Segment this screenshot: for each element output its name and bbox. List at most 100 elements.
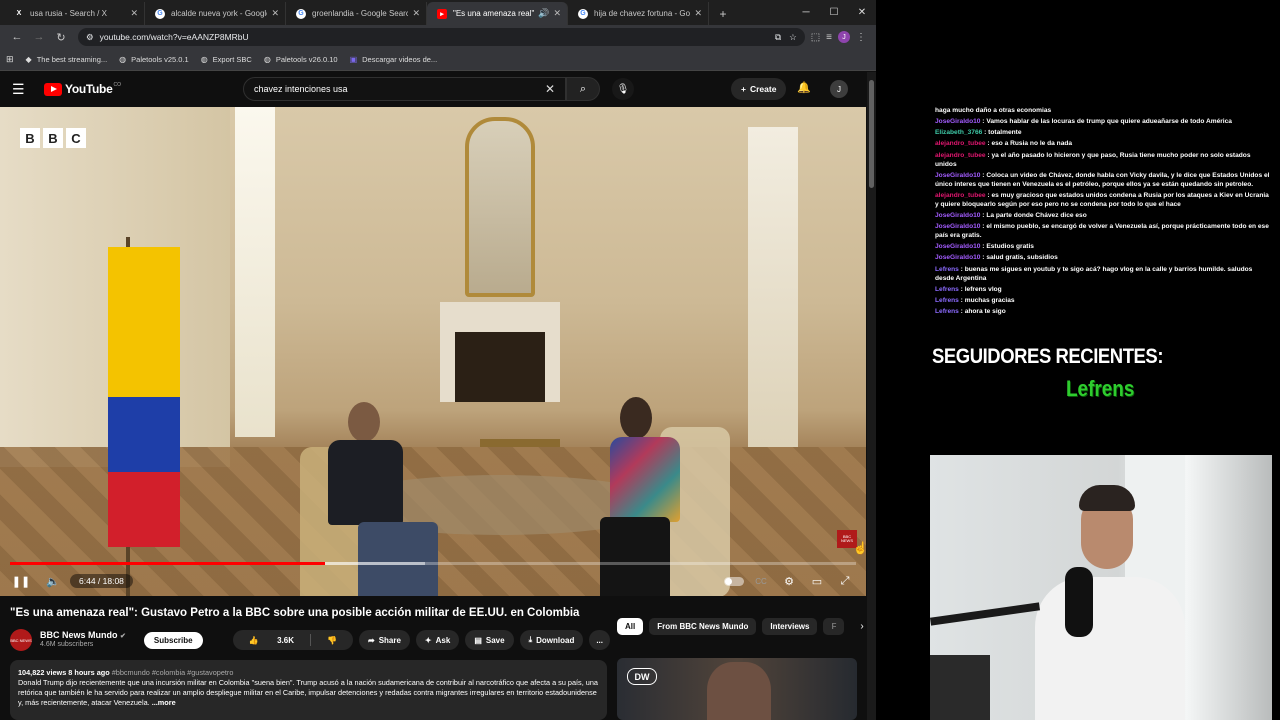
close-window-icon[interactable]: ✕	[848, 0, 876, 25]
url-text: youtube.com/watch?v=eAANZP8MRbU	[99, 32, 249, 42]
thumbs-up-icon: 👍	[248, 635, 259, 645]
recommended-video-thumbnail[interactable]: DW	[617, 658, 857, 720]
chat-text: es muy gracioso que estados unidos conde…	[935, 191, 1269, 208]
tab-google-groenlandia[interactable]: G groenlandia - Google Search ✕	[286, 2, 427, 25]
search-input[interactable]: chavez intenciones usa ✕	[243, 77, 566, 101]
reload-icon[interactable]: ↻	[50, 27, 72, 47]
autoplay-toggle[interactable]	[724, 576, 744, 586]
progress-bar[interactable]	[10, 562, 856, 565]
search-button[interactable]: ⌕	[566, 77, 600, 101]
close-tab-icon[interactable]: ✕	[694, 8, 702, 19]
more-actions-button[interactable]: ...	[589, 630, 610, 650]
hashtags[interactable]: #bbcmundo #colombia #gustavopetro	[112, 668, 234, 677]
back-icon[interactable]: ←	[6, 27, 28, 47]
video-player[interactable]: B B C BBC NEWS ☝ ❚❚ 🔈 6:44 / 18:08 CC ⚙ …	[0, 107, 866, 596]
chip-all[interactable]: All	[617, 618, 644, 635]
streamer-figure	[1035, 485, 1185, 720]
profile-avatar[interactable]: J	[838, 31, 850, 43]
chip-from-channel[interactable]: From BBC News Mundo	[649, 618, 757, 635]
tab-google-alcalde[interactable]: G alcalde nueva york - Google Se ✕	[145, 2, 286, 25]
close-tab-icon[interactable]: ✕	[130, 8, 138, 19]
video-description[interactable]: 104,822 views 8 hours ago #bbcmundo #col…	[10, 660, 607, 720]
views-and-date: 104,822 views 8 hours ago	[18, 668, 110, 677]
colombia-flag	[108, 247, 180, 547]
channel-avatar[interactable]: BBC NEWS	[10, 629, 32, 651]
chat-text: Estudios gratis	[986, 243, 1034, 251]
like-button[interactable]: 👍 3.6K	[233, 636, 310, 645]
chat-message: alejandro_tubee : eso a Rusia no le da n…	[935, 140, 1073, 148]
account-avatar[interactable]: J	[830, 80, 848, 98]
chat-message: JoseGiraldo10 : el mismo pueblo, se enca…	[935, 223, 1269, 240]
extensions-icon[interactable]: ⬚	[811, 32, 820, 43]
globe-icon: ◍	[200, 55, 208, 64]
tab-google-hija[interactable]: G hija de chavez fortuna - Googl ✕	[568, 2, 709, 25]
pause-icon[interactable]: ❚❚	[10, 570, 32, 592]
media-controls-icon[interactable]: ≡	[826, 32, 832, 43]
chip-truncated[interactable]: F	[823, 618, 845, 635]
bookmark-star-icon[interactable]: ☆	[789, 32, 797, 43]
subscriber-count: 4.6M subscribers	[40, 641, 94, 649]
chat-message: Lefrens : lefrens vlog	[935, 285, 1002, 293]
bookmark-icon: ◆	[25, 55, 32, 64]
speaker-icon[interactable]: 🔊	[538, 8, 549, 19]
tab-title: "Es una amenaza real": Gus	[453, 9, 535, 18]
tab-x-search[interactable]: X usa rusia - Search / X ✕	[4, 2, 145, 25]
recent-followers-title: SEGUIDORES RECIENTES:	[932, 345, 1164, 368]
apps-grid-icon[interactable]: ⊞	[6, 54, 14, 65]
site-info-icon[interactable]: ⚙	[86, 32, 94, 43]
install-app-icon[interactable]: ⧉	[775, 32, 781, 43]
close-tab-icon[interactable]: ✕	[553, 8, 561, 19]
voice-search-button[interactable]: 🎙	[612, 78, 634, 100]
save-label: Save	[485, 635, 505, 645]
clear-search-icon[interactable]: ✕	[545, 82, 555, 96]
bookmark-item[interactable]: ◆ The best streaming...	[26, 55, 108, 64]
hamburger-menu-icon[interactable]: ☰	[12, 81, 32, 98]
share-button[interactable]: ➦ Share	[358, 630, 410, 650]
chat-username: Elizabeth_3766	[935, 129, 983, 137]
mic-arm	[930, 602, 1041, 626]
tab-youtube-active[interactable]: ▸ "Es una amenaza real": Gus 🔊 ✕	[427, 2, 568, 25]
page-scrollbar[interactable]	[867, 72, 876, 720]
scrollbar-thumb[interactable]	[869, 80, 874, 188]
download-button[interactable]: ⤓ Download	[519, 630, 584, 650]
video-title: "Es una amenaza real": Gustavo Petro a l…	[10, 607, 580, 619]
captions-icon[interactable]: CC	[750, 570, 772, 592]
create-button[interactable]: + Create	[731, 78, 787, 100]
chat-username: JoseGiraldo10	[935, 223, 981, 231]
like-dislike-group: 👍 3.6K 👎	[232, 630, 353, 650]
maximize-icon[interactable]: ☐	[820, 0, 848, 25]
save-button[interactable]: ▤ Save	[465, 630, 514, 650]
chat-username: JoseGiraldo10	[935, 118, 981, 126]
dislike-button[interactable]: 👎	[311, 636, 353, 645]
forward-icon[interactable]: →	[28, 27, 50, 47]
channel-name-text: BBC News Mundo	[40, 630, 118, 641]
ask-button[interactable]: ✦ Ask	[415, 630, 460, 650]
theater-mode-icon[interactable]: ▭	[806, 570, 828, 592]
close-tab-icon[interactable]: ✕	[271, 8, 279, 19]
notifications-bell-icon[interactable]: 🔔	[797, 81, 811, 94]
youtube-play-icon	[44, 82, 62, 96]
chat-username: alejandro_tubee	[935, 191, 986, 199]
fullscreen-icon[interactable]: ⤢	[834, 570, 856, 592]
youtube-logo[interactable]: YouTube CO	[44, 82, 121, 96]
show-more-link[interactable]: ...more	[152, 698, 176, 707]
bookmark-item[interactable]: ▣ Descargar videos de...	[350, 55, 438, 64]
bookmark-item[interactable]: ◍ Paletools v25.0.1	[119, 55, 189, 64]
bookmark-item[interactable]: ◍ Paletools v26.0.10	[264, 55, 338, 64]
subscribe-button[interactable]: Subscribe	[143, 631, 203, 649]
thumbs-down-icon: 👎	[327, 635, 337, 645]
browser-menu-icon[interactable]: ⋮	[856, 32, 866, 43]
new-tab-button[interactable]: +	[713, 2, 733, 25]
bookmark-item[interactable]: ◍ Export SBC	[201, 55, 252, 64]
chat-message: JoseGiraldo10 : salud gratis, subsidios	[935, 254, 1058, 262]
channel-name[interactable]: BBC News Mundo ✔	[40, 630, 126, 641]
volume-icon[interactable]: 🔈	[42, 570, 64, 592]
minimize-icon[interactable]: ─	[792, 0, 820, 25]
video-scene	[480, 439, 560, 504]
settings-gear-icon[interactable]: ⚙	[778, 570, 800, 592]
description-text: Donald Trump dijo recientemente que una …	[18, 677, 598, 707]
chip-interviews[interactable]: Interviews	[762, 618, 818, 635]
close-tab-icon[interactable]: ✕	[412, 8, 420, 19]
chevron-right-icon[interactable]: ›	[860, 621, 863, 632]
address-bar[interactable]: ⚙ youtube.com/watch?v=eAANZP8MRbU ⧉ ☆	[78, 28, 805, 46]
